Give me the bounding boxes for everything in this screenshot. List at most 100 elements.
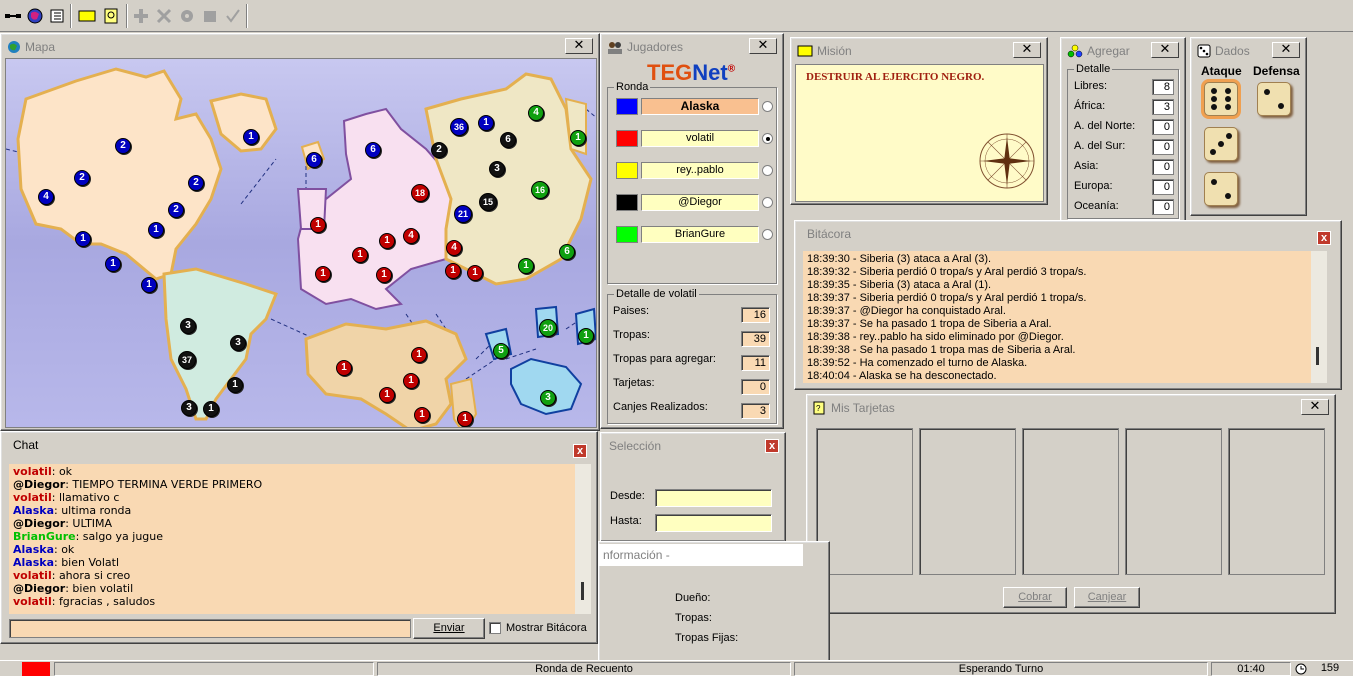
army-marker[interactable]: 1 — [203, 401, 219, 417]
chat-input[interactable] — [9, 619, 411, 638]
close-icon[interactable]: x — [573, 444, 587, 458]
army-marker[interactable]: 1 — [518, 258, 534, 274]
army-marker[interactable]: 1 — [379, 233, 395, 249]
close-icon[interactable]: ✕ — [565, 38, 593, 54]
army-marker[interactable]: 3 — [230, 335, 246, 351]
army-marker[interactable]: 1 — [570, 130, 586, 146]
player-radio[interactable] — [762, 229, 773, 240]
army-marker[interactable]: 6 — [500, 132, 516, 148]
army-marker[interactable]: 1 — [352, 247, 368, 263]
cross-icon[interactable] — [153, 5, 175, 27]
army-marker[interactable]: 1 — [379, 387, 395, 403]
army-marker[interactable]: 1 — [578, 328, 594, 344]
chat-message: bien Volatl — [61, 556, 120, 569]
player-radio[interactable] — [762, 197, 773, 208]
selection-window: Selección x Desde: Hasta: — [600, 432, 786, 542]
close-icon[interactable]: x — [1317, 231, 1331, 245]
close-icon[interactable]: ✕ — [1151, 42, 1179, 58]
card-slot-1[interactable] — [816, 428, 913, 575]
army-marker[interactable]: 1 — [315, 266, 331, 282]
army-marker[interactable]: 2 — [168, 202, 184, 218]
chat-scrollbar[interactable] — [575, 464, 591, 614]
attack-die-2 — [1204, 127, 1238, 161]
status-empty — [54, 662, 374, 676]
army-marker[interactable]: 1 — [105, 256, 121, 272]
block-icon[interactable] — [199, 5, 221, 27]
plus-icon[interactable] — [130, 5, 152, 27]
card-icon[interactable] — [76, 5, 98, 27]
close-icon[interactable]: ✕ — [1301, 399, 1329, 415]
add-icon — [1067, 44, 1083, 58]
card-slot-2[interactable] — [919, 428, 1016, 575]
round-group: Ronda Alaska volatil rey..pablo @Diegor Bria… — [607, 81, 777, 284]
check-icon[interactable] — [222, 5, 244, 27]
army-marker[interactable]: 4 — [38, 189, 54, 205]
from-field[interactable] — [655, 489, 772, 507]
army-marker[interactable]: 6 — [365, 142, 381, 158]
chat-author: Alaska — [13, 543, 54, 556]
army-marker[interactable]: 1 — [227, 377, 243, 393]
close-icon[interactable]: ✕ — [1272, 42, 1300, 58]
army-marker[interactable]: 4 — [446, 240, 462, 256]
army-marker[interactable]: 1 — [414, 407, 430, 423]
close-icon[interactable]: x — [765, 439, 779, 453]
army-marker[interactable]: 1 — [148, 222, 164, 238]
army-marker[interactable]: 1 — [467, 265, 483, 281]
army-marker[interactable]: 1 — [457, 411, 473, 427]
list-icon[interactable] — [46, 5, 68, 27]
to-field[interactable] — [655, 514, 772, 532]
add-detail-label: Detalle — [1074, 63, 1113, 75]
army-marker[interactable]: 1 — [243, 129, 259, 145]
army-marker[interactable]: 1 — [310, 217, 326, 233]
army-marker[interactable]: 2 — [74, 170, 90, 186]
army-marker[interactable]: 3 — [180, 318, 196, 334]
army-marker[interactable]: 15 — [479, 193, 497, 211]
card-slot-3[interactable] — [1022, 428, 1119, 575]
army-marker[interactable]: 2 — [188, 175, 204, 191]
collect-button[interactable]: Cobrar — [1003, 587, 1067, 608]
card-slot-5[interactable] — [1228, 428, 1325, 575]
army-marker[interactable]: 6 — [306, 152, 322, 168]
connect-icon[interactable] — [2, 5, 24, 27]
log-scrollbar[interactable] — [1311, 251, 1327, 383]
army-marker[interactable]: 4 — [528, 105, 544, 121]
globe-icon[interactable] — [24, 5, 46, 27]
player-radio[interactable] — [762, 101, 773, 112]
chat-line: BrianGure: salgo ya jugue — [13, 530, 164, 543]
army-marker[interactable]: 16 — [531, 181, 549, 199]
army-marker[interactable]: 2 — [115, 138, 131, 154]
army-marker[interactable]: 1 — [75, 231, 91, 247]
close-icon[interactable]: ✕ — [1013, 42, 1041, 58]
lightbulb-icon[interactable] — [100, 5, 122, 27]
army-marker[interactable]: 5 — [493, 343, 509, 359]
army-marker[interactable]: 1 — [336, 360, 352, 376]
army-marker[interactable]: 1 — [411, 347, 427, 363]
army-marker[interactable]: 1 — [141, 277, 157, 293]
army-marker[interactable]: 20 — [539, 319, 557, 337]
army-marker[interactable]: 37 — [178, 351, 196, 369]
player-radio[interactable] — [762, 133, 773, 144]
army-marker[interactable]: 2 — [431, 142, 447, 158]
exchange-button[interactable]: Canjear — [1074, 587, 1140, 608]
army-marker[interactable]: 4 — [403, 228, 419, 244]
army-marker[interactable]: 3 — [489, 161, 505, 177]
army-marker[interactable]: 18 — [411, 184, 429, 202]
world-map[interactable]: 2 1 2 4 2 2 1 1 1 1 6 6 36 1 21 2 6 3 15 3 3 37 1 3 1 18 1 1 4 1 1 1 4 1 1… — [5, 58, 597, 428]
army-marker[interactable]: 1 — [478, 115, 494, 131]
army-marker[interactable]: 1 — [376, 267, 392, 283]
cards-titlebar: ? Mis Tarjetas — [809, 397, 1333, 419]
army-marker[interactable]: 3 — [181, 400, 197, 416]
army-marker[interactable]: 1 — [445, 263, 461, 279]
send-button[interactable]: Enviar — [413, 618, 485, 639]
army-marker[interactable]: 36 — [450, 118, 468, 136]
army-marker[interactable]: 6 — [559, 244, 575, 260]
player-radio[interactable] — [762, 165, 773, 176]
army-marker[interactable]: 1 — [403, 373, 419, 389]
gear-icon[interactable] — [176, 5, 198, 27]
army-marker[interactable]: 3 — [540, 390, 556, 406]
add-row-label: Asia: — [1074, 160, 1099, 172]
army-marker[interactable]: 21 — [454, 205, 472, 223]
show-log-checkbox[interactable] — [489, 622, 501, 634]
card-slot-4[interactable] — [1125, 428, 1222, 575]
close-icon[interactable]: ✕ — [749, 38, 777, 54]
